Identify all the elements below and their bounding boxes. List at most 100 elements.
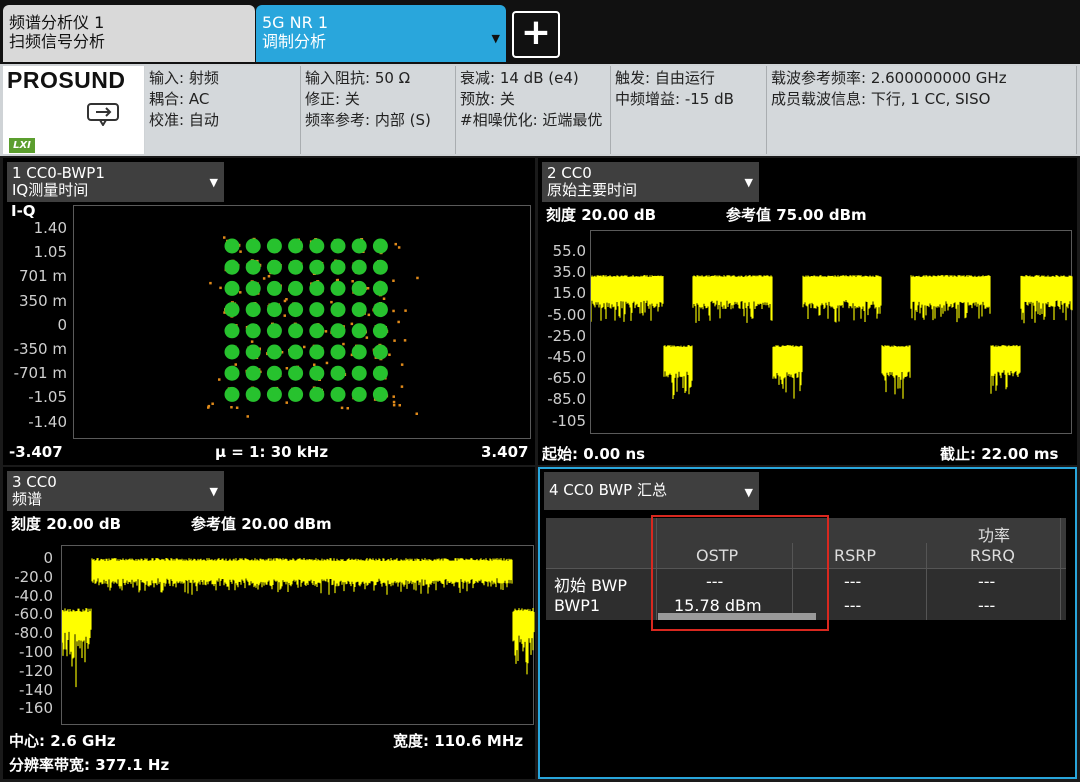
subcarrier-spacing-label: μ = 1: 30 kHz bbox=[215, 443, 329, 461]
info-text: #相噪优化: 近端最优 bbox=[460, 111, 603, 129]
panel-bwp-summary[interactable]: 4 CC0 BWP 汇总 ▼ 功率 OSTP RSRP RSRQ 初始 BWP … bbox=[538, 467, 1077, 779]
y-tick-label: 35.0 bbox=[552, 263, 586, 282]
panel-subtitle: 频谱 bbox=[12, 490, 43, 508]
panel-title: 1 CC0-BWP1 bbox=[12, 164, 105, 182]
column-header-rsrp[interactable]: RSRP bbox=[834, 546, 876, 565]
info-text: 输入: 射频 bbox=[149, 69, 219, 87]
column-header-rsrq[interactable]: RSRQ bbox=[970, 546, 1015, 565]
chevron-down-icon[interactable]: ▼ bbox=[210, 174, 218, 191]
panel-raw-time[interactable]: 2 CC0 原始主要时间 ▼ 刻度 20.00 dB 参考值 75.00 dBm… bbox=[538, 158, 1077, 465]
y-tick-label: -105 bbox=[551, 411, 586, 430]
cell-value: --- bbox=[844, 572, 862, 591]
y-tick-label: -1.40 bbox=[28, 412, 67, 431]
y-tick-label: 701 m bbox=[18, 267, 67, 286]
y-tick-label: -100 bbox=[18, 643, 53, 661]
input-settings[interactable]: 输入: 射频 耦合: AC 校准: 自动 bbox=[145, 66, 301, 154]
highlight-box bbox=[651, 515, 829, 631]
panel-header[interactable]: 2 CC0 原始主要时间 ▼ bbox=[542, 162, 759, 202]
panel-iq-constellation[interactable]: 1 CC0-BWP1 IQ测量时间 ▼ I-Q 1.40 1.05 701 m 350… bbox=[3, 158, 535, 465]
screen-share-icon[interactable] bbox=[86, 102, 120, 126]
y-tick-label: -160 bbox=[18, 699, 53, 718]
panel-title: 4 CC0 BWP 汇总 bbox=[549, 481, 667, 499]
rbw-label: 分辨率带宽: 377.1 Hz bbox=[9, 756, 170, 774]
info-text: 耦合: AC bbox=[149, 90, 210, 108]
panel-title: 3 CC0 bbox=[12, 473, 57, 491]
impedance-settings[interactable]: 输入阻抗: 50 Ω 修正: 关 频率参考: 内部 (S) bbox=[301, 66, 456, 154]
tab-subtitle: 扫频信号分析 bbox=[9, 32, 106, 51]
chevron-down-icon[interactable]: ▼ bbox=[210, 483, 218, 500]
y-tick-label: -701 m bbox=[13, 364, 67, 383]
info-text: 预放: 关 bbox=[460, 90, 515, 108]
tab-title: 频谱分析仪 1 bbox=[9, 13, 105, 32]
y-tick-label: -40.0 bbox=[14, 586, 53, 605]
info-text: 载波参考频率: 2.600000000 GHz bbox=[771, 69, 1007, 87]
y-tick-label: -350 m bbox=[13, 340, 67, 358]
y-tick-label: 0 bbox=[57, 315, 67, 334]
cell-value: --- bbox=[844, 596, 862, 615]
scale-label: 刻度 20.00 dB bbox=[11, 515, 122, 533]
carrier-settings[interactable]: 载波参考频率: 2.600000000 GHz 成员载波信息: 下行, 1 CC… bbox=[767, 66, 1077, 154]
time-trace-svg bbox=[591, 275, 1073, 399]
settings-info-bar: PROSUND LXI 输入: 射频 耦合: AC 校准: 自动 输入阻抗: 5… bbox=[0, 64, 1080, 156]
tab-subtitle: 调制分析 bbox=[262, 32, 327, 51]
info-text: 频率参考: 内部 (S) bbox=[305, 111, 431, 129]
y-tick-label: -120 bbox=[18, 661, 53, 680]
panel-title: 2 CC0 bbox=[547, 164, 592, 182]
y-tick-label: 1.05 bbox=[33, 243, 67, 262]
constellation-svg bbox=[207, 236, 419, 418]
y-tick-label: -5.00 bbox=[547, 305, 586, 324]
y-tick-label: -85.0 bbox=[547, 390, 586, 409]
panel-header[interactable]: 4 CC0 BWP 汇总 ▼ bbox=[544, 472, 759, 510]
group-header-power: 功率 bbox=[978, 526, 1011, 545]
info-text: 衰减: 14 dB (e4) bbox=[460, 69, 579, 87]
span-label: 宽度: 110.6 MHz bbox=[393, 732, 524, 750]
info-text: 成员载波信息: 下行, 1 CC, SISO bbox=[771, 90, 991, 108]
ref-level-label: 参考值 20.00 dBm bbox=[191, 515, 332, 533]
ref-level-label: 参考值 75.00 dBm bbox=[726, 206, 867, 224]
y-tick-label: 15.0 bbox=[552, 284, 586, 303]
panel-header[interactable]: 3 CC0 频谱 ▼ bbox=[7, 471, 224, 511]
info-text: 中频增益: -15 dB bbox=[615, 90, 734, 108]
panel-spectrum[interactable]: 3 CC0 频谱 ▼ 刻度 20.00 dB 参考值 20.00 dBm 0 -2… bbox=[3, 467, 535, 779]
lxi-badge: LXI bbox=[9, 138, 35, 153]
info-text: 触发: 自由运行 bbox=[615, 69, 715, 87]
tab-5g-nr[interactable]: 5G NR 1 调制分析 ▼ bbox=[256, 5, 506, 62]
panel-subtitle: IQ测量时间 bbox=[12, 181, 89, 199]
spectrum-trace-svg bbox=[62, 558, 535, 688]
cell-value: --- bbox=[978, 596, 996, 615]
y-tick-label: -60.0 bbox=[14, 605, 53, 624]
x-start-label: -3.407 bbox=[9, 443, 63, 461]
y-tick-label: -20.0 bbox=[14, 567, 53, 586]
chevron-down-icon[interactable]: ▼ bbox=[492, 29, 500, 48]
info-text: 输入阻抗: 50 Ω bbox=[305, 69, 411, 87]
attenuation-settings[interactable]: 衰减: 14 dB (e4) 预放: 关 #相噪优化: 近端最优 bbox=[456, 66, 611, 154]
stop-time-label: 截止: 22.00 ms bbox=[940, 445, 1059, 463]
center-freq-label: 中心: 2.6 GHz bbox=[9, 732, 116, 750]
analyzer-window: 频谱分析仪 1 扫频信号分析 5G NR 1 调制分析 ▼ + PROSUND … bbox=[0, 0, 1080, 782]
cell-value: --- bbox=[978, 572, 996, 591]
spectrum-plot[interactable] bbox=[61, 545, 535, 725]
time-plot[interactable] bbox=[590, 230, 1073, 434]
trigger-settings[interactable]: 触发: 自由运行 中频增益: -15 dB bbox=[611, 66, 767, 154]
x-stop-label: 3.407 bbox=[481, 443, 529, 461]
y-tick-label: -65.0 bbox=[547, 369, 586, 388]
tab-spectrum-analyzer[interactable]: 频谱分析仪 1 扫频信号分析 bbox=[3, 5, 255, 62]
panel-header[interactable]: 1 CC0-BWP1 IQ测量时间 ▼ bbox=[7, 162, 224, 202]
constellation-plot[interactable] bbox=[73, 205, 531, 439]
add-screen-button[interactable]: + bbox=[512, 11, 560, 58]
logo-area: PROSUND LXI bbox=[3, 66, 144, 154]
y-tick-label: -80.0 bbox=[14, 624, 53, 643]
start-time-label: 起始: 0.00 ns bbox=[542, 445, 646, 463]
scale-label: 刻度 20.00 dB bbox=[546, 206, 657, 224]
y-tick-label: -1.05 bbox=[28, 388, 67, 407]
y-tick-label: 350 m bbox=[18, 291, 67, 310]
chevron-down-icon[interactable]: ▼ bbox=[745, 174, 753, 191]
info-text: 修正: 关 bbox=[305, 90, 360, 108]
y-tick-label: 55.0 bbox=[552, 242, 586, 260]
panel-subtitle: 原始主要时间 bbox=[547, 181, 638, 199]
chevron-down-icon[interactable]: ▼ bbox=[745, 484, 753, 501]
y-tick-label: -140 bbox=[18, 680, 53, 699]
y-tick-label: -45.0 bbox=[547, 348, 586, 366]
divider bbox=[1060, 518, 1061, 620]
y-tick-label: 0 bbox=[43, 549, 53, 567]
